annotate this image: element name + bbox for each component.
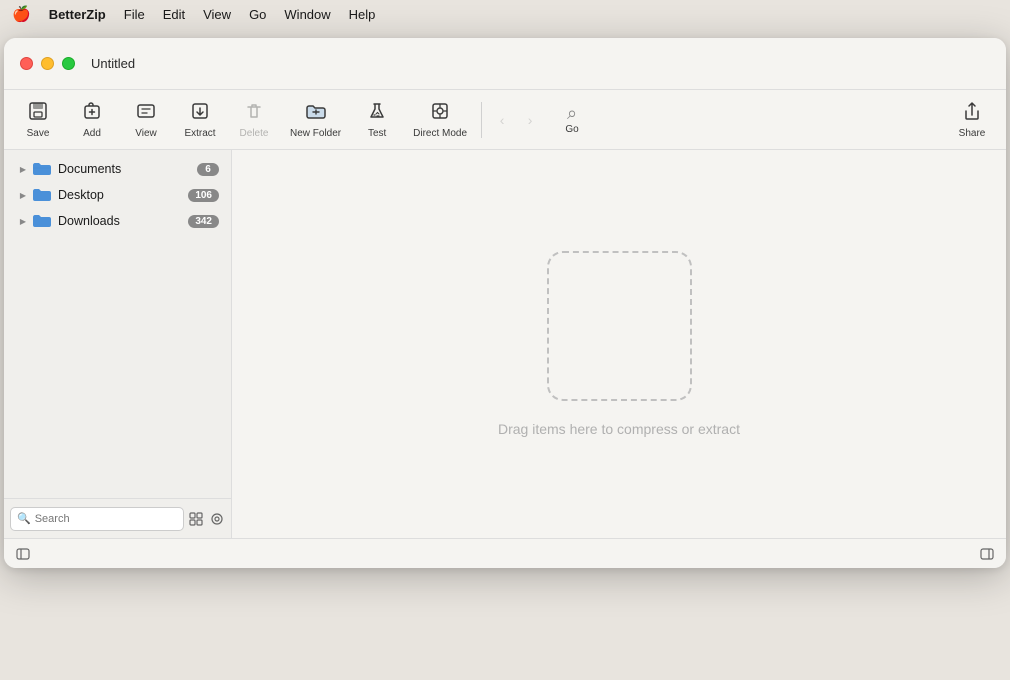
- search-icon: 🔍: [17, 512, 31, 525]
- window-bottom: [4, 538, 1006, 568]
- menubar-file[interactable]: File: [124, 7, 145, 22]
- new-folder-icon: [304, 100, 328, 126]
- window-wrapper: Untitled Save: [0, 28, 1010, 680]
- main-window: Untitled Save: [4, 38, 1006, 568]
- extract-icon: [189, 100, 211, 126]
- apple-menu[interactable]: 🍎: [12, 5, 31, 23]
- menubar-window[interactable]: Window: [284, 7, 330, 22]
- view-button[interactable]: View: [120, 94, 172, 146]
- disclosure-triangle-desktop: ▶: [16, 188, 30, 202]
- share-icon: [962, 100, 982, 126]
- sidebar-preview-button[interactable]: [208, 507, 225, 531]
- drop-zone[interactable]: [547, 251, 692, 401]
- sidebar: ▶ Documents 6 ▶: [4, 150, 232, 538]
- documents-folder-icon: [32, 161, 52, 177]
- share-label: Share: [959, 128, 986, 139]
- sidebar-grid-button[interactable]: [188, 507, 205, 531]
- save-label: Save: [27, 128, 50, 139]
- save-button[interactable]: Save: [12, 94, 64, 146]
- add-button[interactable]: Add: [66, 94, 118, 146]
- direct-mode-icon: [429, 100, 451, 126]
- menubar-view[interactable]: View: [203, 7, 231, 22]
- forward-button[interactable]: ›: [516, 106, 544, 134]
- downloads-badge: 342: [188, 215, 219, 228]
- drop-hint: Drag items here to compress or extract: [498, 421, 740, 437]
- add-label: Add: [83, 128, 101, 139]
- go-button[interactable]: ⌕ Go: [546, 94, 598, 146]
- window-title: Untitled: [91, 56, 135, 71]
- desktop-badge: 106: [188, 189, 219, 202]
- share-button[interactable]: Share: [946, 94, 998, 146]
- sidebar-item-documents[interactable]: ▶ Documents 6: [8, 156, 227, 182]
- downloads-folder-icon: [32, 213, 52, 229]
- disclosure-triangle-documents: ▶: [16, 162, 30, 176]
- search-wrapper: 🔍: [10, 507, 184, 531]
- delete-icon: [243, 100, 265, 126]
- menubar: 🍎 BetterZip File Edit View Go Window Hel…: [0, 0, 1010, 28]
- view-label: View: [135, 128, 157, 139]
- sidebar-item-downloads[interactable]: ▶ Downloads 342: [8, 208, 227, 234]
- sidebar-bottom: 🔍: [4, 498, 231, 538]
- traffic-lights: [20, 57, 75, 70]
- panel-toggle-button[interactable]: [976, 543, 998, 565]
- new-folder-button[interactable]: New Folder: [282, 94, 349, 146]
- sidebar-content: ▶ Documents 6 ▶: [4, 150, 231, 498]
- view-icon: [135, 100, 157, 126]
- titlebar: Untitled: [4, 38, 1006, 90]
- disclosure-triangle-downloads: ▶: [16, 214, 30, 228]
- menubar-edit[interactable]: Edit: [163, 7, 185, 22]
- documents-label: Documents: [58, 162, 197, 176]
- new-folder-label: New Folder: [290, 128, 341, 139]
- test-label: Test: [368, 128, 386, 139]
- menubar-app-name[interactable]: BetterZip: [49, 7, 106, 22]
- direct-mode-label: Direct Mode: [413, 128, 467, 139]
- sidebar-toggle-button[interactable]: [12, 543, 34, 565]
- nav-buttons: ‹ ›: [488, 106, 544, 134]
- delete-label: Delete: [240, 128, 269, 139]
- toolbar: Save Add: [4, 90, 1006, 150]
- sidebar-item-desktop[interactable]: ▶ Desktop 106: [8, 182, 227, 208]
- close-button[interactable]: [20, 57, 33, 70]
- menubar-help[interactable]: Help: [349, 7, 376, 22]
- back-button[interactable]: ‹: [488, 106, 516, 134]
- search-input[interactable]: [35, 513, 177, 525]
- direct-mode-button[interactable]: Direct Mode: [405, 94, 475, 146]
- extract-label: Extract: [184, 128, 215, 139]
- go-icon: ⌕: [567, 104, 577, 122]
- go-label: Go: [565, 124, 578, 135]
- test-icon: [366, 100, 388, 126]
- extract-button[interactable]: Extract: [174, 94, 226, 146]
- minimize-button[interactable]: [41, 57, 54, 70]
- save-icon: [27, 100, 49, 126]
- test-button[interactable]: Test: [351, 94, 403, 146]
- main-area: ▶ Documents 6 ▶: [4, 150, 1006, 538]
- documents-badge: 6: [197, 163, 219, 176]
- desktop-label: Desktop: [58, 188, 188, 202]
- menubar-go[interactable]: Go: [249, 7, 266, 22]
- desktop-folder-icon: [32, 187, 52, 203]
- maximize-button[interactable]: [62, 57, 75, 70]
- content-area: Drag items here to compress or extract: [232, 150, 1006, 538]
- delete-button[interactable]: Delete: [228, 94, 280, 146]
- toolbar-separator: [481, 102, 482, 138]
- downloads-label: Downloads: [58, 214, 188, 228]
- add-icon: [81, 100, 103, 126]
